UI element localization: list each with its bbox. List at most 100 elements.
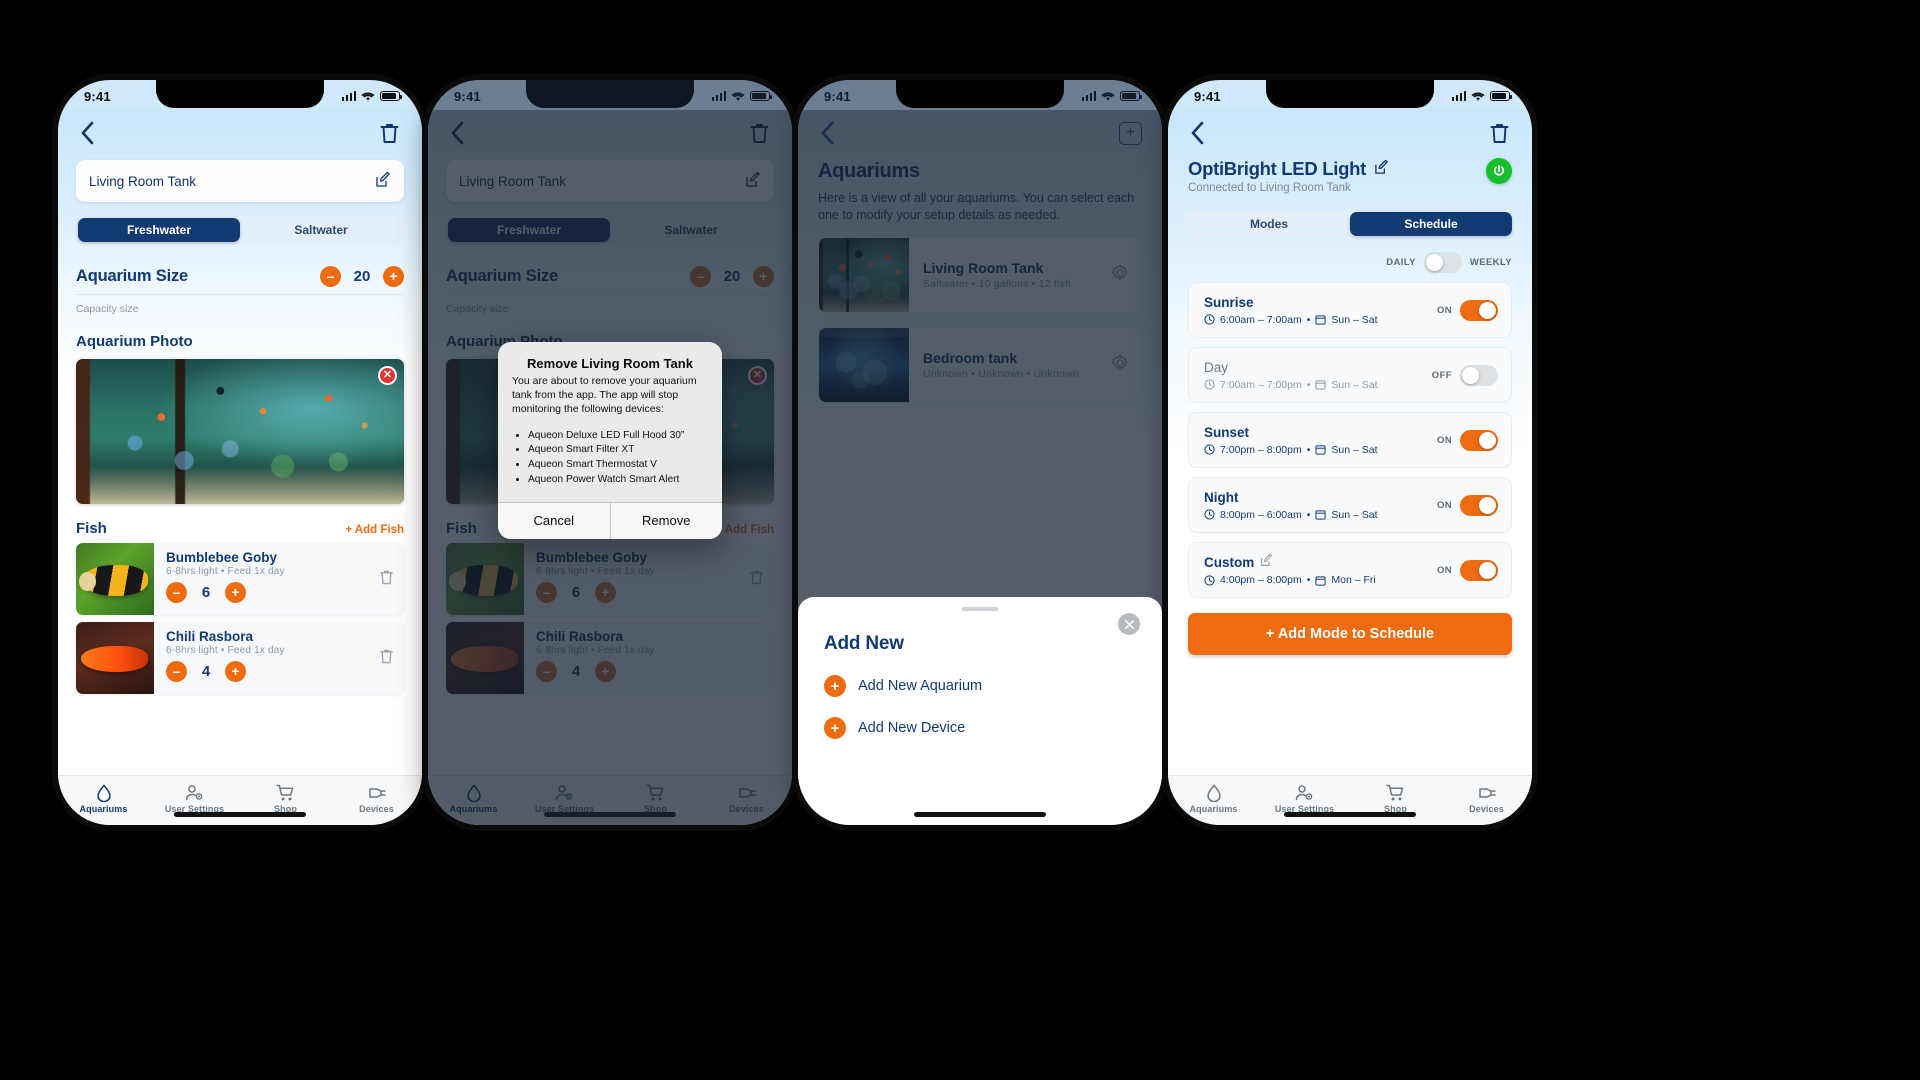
remove-button[interactable]: Remove	[609, 502, 722, 539]
tab-aquariums[interactable]: Aquariums	[1168, 779, 1259, 814]
power-icon[interactable]	[1486, 158, 1512, 184]
close-icon[interactable]	[1118, 613, 1140, 635]
aquarium-photo-label: Aquarium Photo	[76, 333, 193, 350]
tab-shop[interactable]: Shop	[240, 779, 331, 814]
tab-schedule[interactable]: Schedule	[1350, 212, 1512, 236]
schedule-row[interactable]: Sunset 7:00pm – 8:00pm • Sun – Sat ON	[1188, 412, 1512, 468]
schedule-row[interactable]: Day 7:00am – 7:00pm • Sun – Sat OFF	[1188, 347, 1512, 403]
schedule-days: Sun – Sat	[1331, 378, 1378, 391]
clock-icon	[1204, 574, 1215, 586]
fish-list-item[interactable]: Bumblebee Goby 6-8hrs light • Feed 1x da…	[76, 543, 404, 615]
schedule-meta: 6:00am – 7:00am • Sun – Sat	[1204, 314, 1378, 326]
schedule-toggle[interactable]	[1460, 494, 1498, 516]
trash-icon[interactable]	[1487, 120, 1512, 147]
clock-icon	[1204, 509, 1215, 520]
schedule-state-label: ON	[1436, 434, 1452, 446]
schedule-toggle[interactable]	[1460, 559, 1498, 581]
add-new-aquarium-item[interactable]: + Add New Aquarium	[824, 675, 1162, 697]
tank-name-input[interactable]: Living Room Tank	[76, 160, 404, 202]
fish-count-stepper: – 4 +	[166, 661, 395, 682]
trash-icon[interactable]	[377, 120, 402, 147]
device-name-row: OptiBright LED Light	[1188, 158, 1389, 180]
size-decrement-button[interactable]: –	[320, 266, 341, 287]
fish-thumbnail	[76, 622, 154, 694]
cancel-button[interactable]: Cancel	[498, 502, 610, 539]
fish-delete-icon[interactable]	[379, 648, 394, 668]
back-button[interactable]	[78, 119, 97, 147]
notch	[156, 80, 324, 108]
navigation-bar	[1168, 110, 1532, 156]
capacity-caption: Capacity size	[76, 294, 404, 317]
schedule-state-label: ON	[1436, 564, 1452, 576]
segment-saltwater[interactable]: Saltwater	[240, 218, 402, 242]
notch	[1266, 80, 1434, 108]
schedule-row[interactable]: Night 8:00pm – 6:00am • Sun – Sat ON	[1188, 477, 1512, 533]
device-name: OptiBright LED Light	[1188, 158, 1366, 179]
schedule-state-label: OFF	[1431, 369, 1452, 381]
edit-pencil-icon[interactable]	[1260, 553, 1273, 570]
schedule-time: 7:00am – 7:00pm	[1220, 378, 1302, 391]
daily-weekly-toggle: DAILY WEEKLY	[1188, 252, 1512, 273]
add-fish-button[interactable]: + Add Fish	[345, 524, 404, 536]
dialog-device-item: Aqueon Smart Thermostat V	[528, 458, 708, 473]
schedule-meta: 7:00am – 7:00pm • Sun – Sat	[1204, 379, 1378, 391]
fish-increment-button[interactable]: +	[225, 661, 246, 682]
fish-decrement-button[interactable]: –	[166, 582, 187, 603]
schedule-days: Sun – Sat	[1331, 313, 1378, 326]
schedule-days: Sun – Sat	[1331, 508, 1378, 521]
dialog-device-list: Aqueon Deluxe LED Full Hood 30” Aqueon S…	[528, 429, 708, 488]
schedule-time: 4:00pm – 8:00pm	[1220, 574, 1302, 586]
add-new-device-item[interactable]: + Add New Device	[824, 717, 1162, 739]
tab-aquariums[interactable]: Aquariums	[58, 779, 149, 814]
schedule-name: Custom	[1204, 553, 1376, 570]
shopping-cart-icon	[1386, 784, 1404, 800]
aquarium-photo[interactable]: ✕	[76, 359, 404, 504]
schedule-time: 8:00pm – 6:00am	[1220, 508, 1302, 521]
schedule-toggle[interactable]	[1460, 299, 1498, 321]
tab-user-settings[interactable]: User Settings	[1259, 779, 1350, 814]
fish-count-value: 6	[201, 584, 211, 601]
schedule-toggle[interactable]	[1460, 429, 1498, 451]
size-stepper: – 20 +	[320, 266, 404, 287]
phone-4-device-schedule: 9:41 OptiBright LED Light Connected to L…	[1168, 80, 1532, 825]
screenshot-stage: 9:41 Living Room Tank Freshwater Saltwat…	[0, 0, 1920, 1080]
add-mode-button[interactable]: + Add Mode to Schedule	[1188, 613, 1512, 655]
dialog-actions: Cancel Remove	[498, 501, 722, 539]
sheet-grabber[interactable]	[962, 607, 998, 611]
device-tabs[interactable]: Modes Schedule	[1186, 210, 1514, 238]
device-connected-to: Connected to Living Room Tank	[1188, 182, 1351, 194]
segment-freshwater[interactable]: Freshwater	[78, 218, 240, 242]
aquarium-photo-image	[76, 359, 404, 504]
notch	[896, 80, 1064, 108]
user-gear-icon	[1295, 784, 1313, 800]
tab-user-settings[interactable]: User Settings	[149, 779, 240, 814]
clock-icon	[1204, 379, 1215, 390]
edit-pencil-icon[interactable]	[375, 171, 391, 191]
aquarium-size-label: Aquarium Size	[76, 267, 189, 285]
water-type-segmented-control[interactable]: Freshwater Saltwater	[76, 216, 404, 244]
edit-pencil-icon[interactable]	[1374, 158, 1389, 180]
back-button[interactable]	[1188, 119, 1207, 147]
tab-bar: Aquariums User Settings Shop Devices	[1168, 775, 1532, 825]
tab-devices[interactable]: Devices	[331, 779, 422, 814]
schedule-toggle[interactable]	[1460, 364, 1498, 386]
daily-weekly-switch[interactable]	[1423, 252, 1462, 273]
fish-list-item[interactable]: Chili Rasbora 6-8hrs light • Feed 1x day…	[76, 622, 404, 694]
calendar-icon	[1315, 380, 1326, 390]
tab-shop[interactable]: Shop	[1350, 779, 1441, 814]
schedule-name: Sunset	[1204, 424, 1250, 440]
tab-modes[interactable]: Modes	[1188, 212, 1350, 236]
phone-2-remove-dialog: 9:41	[428, 80, 792, 825]
fish-name: Chili Rasbora	[166, 629, 254, 644]
schedule-row[interactable]: Custom 4:00pm – 8:00pm • Mon – Fri ON	[1188, 542, 1512, 598]
plug-icon	[369, 787, 386, 798]
fish-name: Bumblebee Goby	[166, 550, 278, 565]
tab-devices[interactable]: Devices	[1441, 779, 1532, 814]
remove-photo-button[interactable]: ✕	[378, 366, 397, 385]
fish-delete-icon[interactable]	[379, 569, 394, 589]
fish-decrement-button[interactable]: –	[166, 661, 187, 682]
remove-tank-dialog: Remove Living Room Tank You are about to…	[498, 342, 722, 539]
schedule-row[interactable]: Sunrise 6:00am – 7:00am • Sun – Sat ON	[1188, 282, 1512, 338]
fish-increment-button[interactable]: +	[225, 582, 246, 603]
size-increment-button[interactable]: +	[383, 266, 404, 287]
